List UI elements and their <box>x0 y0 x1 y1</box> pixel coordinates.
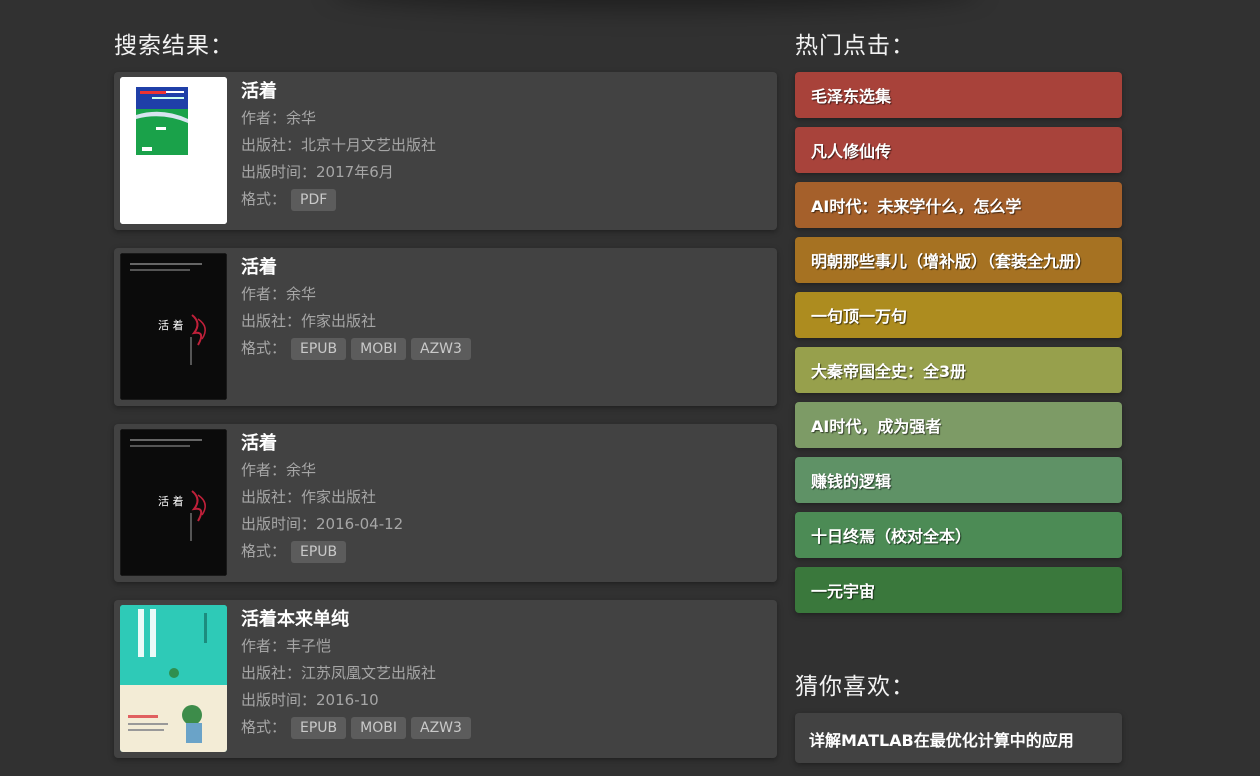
hot-item[interactable]: 大秦帝国全史：全3册 <box>795 347 1122 393</box>
format-badge-mobi[interactable]: MOBI <box>351 716 406 739</box>
format-badge-mobi[interactable]: MOBI <box>351 337 406 360</box>
hot-item[interactable]: 明朝那些事儿（增补版）（套装全九册） <box>795 237 1122 283</box>
book-formats: 格式： EPUB <box>241 538 767 565</box>
book-author: 作者：余华 <box>241 285 317 303</box>
book-pub-date: 出版时间：2017年6月 <box>241 163 394 181</box>
format-badge-epub[interactable]: EPUB <box>291 716 347 739</box>
format-badge-azw3[interactable]: AZW3 <box>411 337 471 360</box>
svg-text:活 着: 活 着 <box>158 318 184 332</box>
book-card[interactable]: 活 着 活着 作者：余华 出版社：作家出版社 格式： EPUB MOBI AZW… <box>114 248 777 406</box>
book-publisher: 出版社：北京十月文艺出版社 <box>241 136 437 154</box>
book-title[interactable]: 活着 <box>241 254 767 281</box>
book-cover[interactable] <box>120 605 227 752</box>
search-results-title: 搜索结果： <box>114 33 234 59</box>
format-badge-epub[interactable]: EPUB <box>291 540 347 563</box>
book-card[interactable]: 活着本来单纯 作者：丰子恺 出版社：江苏凤凰文艺出版社 出版时间：2016-10… <box>114 600 777 758</box>
hot-item[interactable]: 十日终焉（校对全本） <box>795 512 1122 558</box>
book-pub-date: 出版时间：2016-10 <box>241 691 379 709</box>
recommended-item[interactable]: 详解MATLAB在最优化计算中的应用 <box>795 713 1122 763</box>
book-card[interactable]: 活 着 活着 作者：余华 出版社：作家出版社 出版时间：2016-04-12 格… <box>114 424 777 582</box>
hot-item[interactable]: AI时代：未来学什么，怎么学 <box>795 182 1122 228</box>
hot-clicks-title: 热门点击： <box>795 33 915 59</box>
book-pub-date: 出版时间：2016-04-12 <box>241 515 404 533</box>
top-shadow <box>330 0 980 10</box>
book-card[interactable]: 活着 作者：余华 出版社：北京十月文艺出版社 出版时间：2017年6月 格式： … <box>114 72 777 230</box>
book-publisher: 出版社：作家出版社 <box>241 488 377 506</box>
you-may-like-title: 猜你喜欢： <box>795 674 915 700</box>
book-title[interactable]: 活着 <box>241 430 767 457</box>
book-publisher: 出版社：江苏凤凰文艺出版社 <box>241 664 437 682</box>
hot-item[interactable]: AI时代，成为强者 <box>795 402 1122 448</box>
book-cover[interactable]: 活 着 <box>120 429 227 576</box>
book-author: 作者：余华 <box>241 109 317 127</box>
format-badge-azw3[interactable]: AZW3 <box>411 716 471 739</box>
search-results-list: 活着 作者：余华 出版社：北京十月文艺出版社 出版时间：2017年6月 格式： … <box>114 72 777 776</box>
format-badge-epub[interactable]: EPUB <box>291 337 347 360</box>
book-formats: 格式： PDF <box>241 186 767 213</box>
hot-item[interactable]: 凡人修仙传 <box>795 127 1122 173</box>
hot-clicks-list: 毛泽东选集 凡人修仙传 AI时代：未来学什么，怎么学 明朝那些事儿（增补版）（套… <box>795 72 1122 622</box>
book-author: 作者：丰子恺 <box>241 637 332 655</box>
hot-item[interactable]: 赚钱的逻辑 <box>795 457 1122 503</box>
format-badge-pdf[interactable]: PDF <box>291 188 337 211</box>
book-formats: 格式： EPUB MOBI AZW3 <box>241 714 767 741</box>
book-publisher: 出版社：作家出版社 <box>241 312 377 330</box>
hot-item[interactable]: 一句顶一万句 <box>795 292 1122 338</box>
hot-item[interactable]: 一元宇宙 <box>795 567 1122 613</box>
book-author: 作者：余华 <box>241 461 317 479</box>
book-cover[interactable] <box>120 77 227 224</box>
svg-text:活 着: 活 着 <box>158 494 184 508</box>
hot-item[interactable]: 毛泽东选集 <box>795 72 1122 118</box>
book-title[interactable]: 活着本来单纯 <box>241 606 767 633</box>
book-cover[interactable]: 活 着 <box>120 253 227 400</box>
book-formats: 格式： EPUB MOBI AZW3 <box>241 335 767 362</box>
book-title[interactable]: 活着 <box>241 78 767 105</box>
